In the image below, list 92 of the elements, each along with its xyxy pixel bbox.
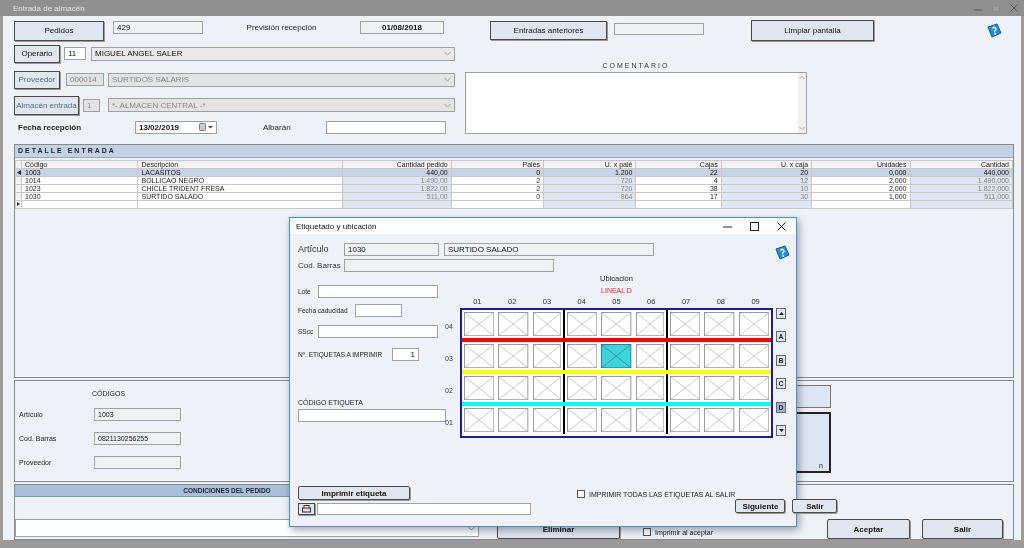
shelf-slot[interactable] [635, 312, 664, 337]
shelf-slot[interactable] [498, 344, 529, 369]
calendar-caret-icon [199, 123, 213, 132]
accept-button[interactable]: Aceptar [827, 519, 910, 539]
dialog-title: Etiquetado y ubicación [296, 221, 377, 231]
shelf-slot[interactable] [670, 376, 701, 401]
input-field[interactable] [298, 409, 446, 422]
close-icon [777, 221, 786, 231]
shelf-slot[interactable] [567, 408, 598, 433]
scroll-down-icon [778, 428, 784, 432]
field-label: Albarán [263, 122, 292, 132]
input-field[interactable] [318, 325, 438, 338]
shelf-slot[interactable] [464, 312, 495, 337]
shelf-slot[interactable] [635, 344, 664, 369]
panel-box [797, 385, 831, 409]
shelf-slot[interactable] [532, 408, 561, 433]
help-icon [986, 23, 1002, 39]
pedidos-button[interactable]: Pedidos [14, 20, 104, 41]
field-label: Cod. Barras [298, 261, 342, 270]
field-label: Artículo [298, 244, 330, 254]
close-icon [1010, 4, 1018, 12]
input-field[interactable]: 1 [392, 348, 419, 361]
input-field[interactable] [318, 285, 438, 298]
scrollbar [798, 72, 806, 133]
shelf-slot[interactable] [670, 408, 701, 433]
date-picker[interactable]: 13/02/2019 [135, 120, 217, 134]
shelf-slot[interactable] [498, 408, 529, 433]
shelf-slot[interactable] [704, 376, 735, 401]
shelf-slot[interactable] [464, 376, 495, 401]
next-button[interactable]: Siguiente [735, 499, 786, 513]
party-button[interactable]: Operario [14, 44, 60, 63]
shelf-slot[interactable] [704, 312, 735, 337]
help-icon [774, 244, 790, 260]
chevron-down-icon [444, 102, 451, 108]
clear-screen-button[interactable]: Limpiar pantalla [751, 20, 874, 42]
row-pointer-icon [16, 169, 21, 175]
maximize-icon [750, 221, 759, 231]
shelf-slot[interactable] [601, 344, 632, 369]
shelf-slot[interactable] [567, 312, 598, 337]
shelf-slot[interactable] [635, 408, 664, 433]
code-field[interactable]: 11 [64, 47, 86, 61]
shelf-slot[interactable] [704, 344, 735, 369]
input-field[interactable] [614, 22, 704, 35]
input-field[interactable] [344, 259, 554, 272]
chevron-down-icon [468, 525, 475, 531]
scroll-up-button[interactable] [776, 308, 786, 319]
comment-box[interactable] [465, 71, 807, 134]
print-label-button[interactable]: Imprimir etiqueta [298, 486, 410, 500]
shelf-slot[interactable] [704, 408, 735, 433]
printer-button[interactable] [298, 503, 315, 515]
shelf-slot[interactable] [532, 376, 561, 401]
input-field[interactable] [355, 304, 402, 317]
field-label: Fecha recepción [17, 122, 83, 132]
shelf-slot[interactable] [738, 312, 769, 337]
shelf-slot[interactable] [567, 344, 598, 369]
shelf-slot[interactable] [567, 376, 598, 401]
input-field[interactable]: SURTIDO SALADO [444, 242, 654, 256]
chevron-down-icon [444, 77, 451, 83]
exit-button[interactable]: Salir [922, 519, 1003, 539]
input-field[interactable] [317, 503, 531, 515]
checkbox[interactable] [643, 528, 651, 536]
shelf-slot[interactable] [498, 312, 529, 337]
shelf-slot[interactable] [532, 344, 561, 369]
shelf-slot[interactable] [532, 312, 561, 337]
scroll-down-button[interactable] [776, 424, 786, 436]
scroll-up-icon [778, 312, 784, 315]
input-field[interactable]: 1030 [344, 242, 439, 256]
date-field[interactable]: 01/08/2018 [360, 21, 444, 35]
shelf-slot[interactable] [601, 312, 632, 337]
shelf-slot[interactable] [738, 408, 769, 433]
new-row-icon [17, 202, 20, 207]
shelf-slot[interactable] [670, 312, 701, 337]
field-label: Previsión recepción [245, 23, 318, 33]
input-field[interactable]: 429 [113, 21, 203, 35]
previous-entries-button[interactable]: Entradas anteriores [490, 21, 607, 41]
window-title: Entrada de almacén [13, 3, 85, 13]
shelf-slot[interactable] [464, 344, 495, 369]
exit-button[interactable]: Salir [792, 499, 838, 513]
printer-icon [302, 505, 311, 513]
shelf-slot[interactable] [601, 408, 632, 433]
dropdown[interactable]: MIGUEL ANGEL SALER [91, 46, 455, 61]
input-field[interactable] [326, 120, 446, 134]
shelf-slot[interactable] [464, 408, 495, 433]
shelf-slot[interactable] [738, 344, 769, 369]
shelf-slot[interactable] [635, 376, 664, 401]
shelf-slot[interactable] [601, 376, 632, 401]
shelf-slot[interactable] [670, 344, 701, 369]
shelf-slot[interactable] [738, 376, 769, 401]
checkbox[interactable] [577, 490, 585, 498]
input-field[interactable] [94, 456, 181, 470]
shelf-slot[interactable] [498, 376, 529, 401]
chevron-down-icon [444, 51, 451, 57]
